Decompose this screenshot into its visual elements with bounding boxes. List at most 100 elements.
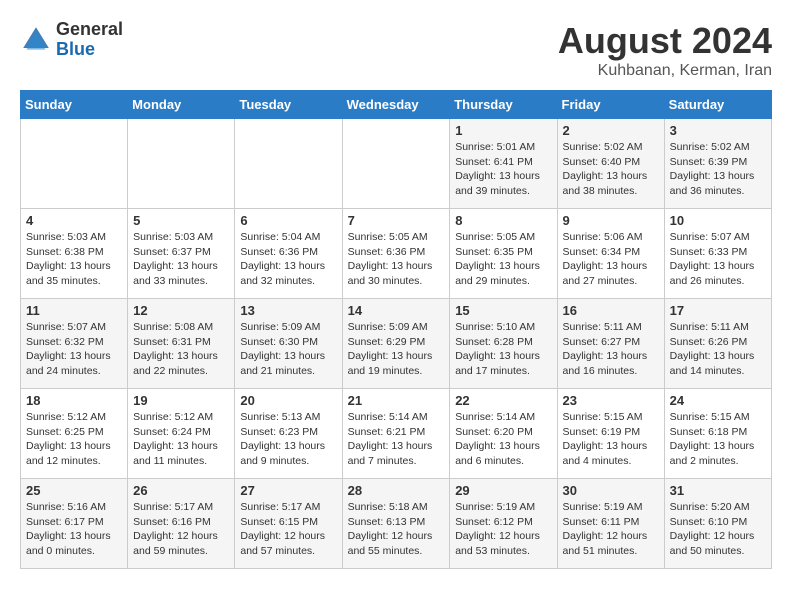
- page-header: General Blue August 2024 Kuhbanan, Kerma…: [20, 20, 772, 80]
- weekday-header: Thursday: [450, 91, 557, 119]
- calendar-cell: [235, 119, 342, 209]
- day-number: 25: [26, 483, 122, 498]
- day-info: Sunrise: 5:13 AM Sunset: 6:23 PM Dayligh…: [240, 410, 336, 469]
- calendar-cell: [21, 119, 128, 209]
- day-number: 28: [348, 483, 445, 498]
- day-number: 8: [455, 213, 551, 228]
- day-number: 7: [348, 213, 445, 228]
- calendar-week-row: 25 Sunrise: 5:16 AM Sunset: 6:17 PM Dayli…: [21, 479, 772, 569]
- day-info: Sunrise: 5:20 AM Sunset: 6:10 PM Dayligh…: [670, 500, 766, 559]
- day-info: Sunrise: 5:19 AM Sunset: 6:12 PM Dayligh…: [455, 500, 551, 559]
- calendar-cell: 27Sunrise: 5:17 AM Sunset: 6:15 PM Dayli…: [235, 479, 342, 569]
- calendar-cell: 14Sunrise: 5:09 AM Sunset: 6:29 PM Dayli…: [342, 299, 450, 389]
- day-number: 6: [240, 213, 336, 228]
- day-info: Sunrise: 5:11 AM Sunset: 6:27 PM Dayligh…: [563, 320, 659, 379]
- day-number: 1: [455, 123, 551, 138]
- day-info: Sunrise: 5:02 AM Sunset: 6:40 PM Dayligh…: [563, 140, 659, 199]
- day-number: 22: [455, 393, 551, 408]
- calendar-table: SundayMondayTuesdayWednesdayThursdayFrid…: [20, 90, 772, 569]
- day-info: Sunrise: 5:16 AM Sunset: 6:17 PM Dayligh…: [26, 500, 122, 559]
- calendar-cell: 1 Sunrise: 5:01 AM Sunset: 6:41 PM Daylig…: [450, 119, 557, 209]
- title-block: August 2024 Kuhbanan, Kerman, Iran: [558, 20, 772, 80]
- calendar-cell: 30 Sunrise: 5:19 AM Sunset: 6:11 PM Dayli…: [557, 479, 664, 569]
- calendar-cell: 12Sunrise: 5:08 AM Sunset: 6:31 PM Dayli…: [128, 299, 235, 389]
- day-number: 29: [455, 483, 551, 498]
- calendar-cell: 5Sunrise: 5:03 AM Sunset: 6:37 PM Daylig…: [128, 209, 235, 299]
- weekday-header: Friday: [557, 91, 664, 119]
- calendar-cell: 13 Sunrise: 5:09 AM Sunset: 6:30 PM Dayli…: [235, 299, 342, 389]
- calendar-cell: 28Sunrise: 5:18 AM Sunset: 6:13 PM Dayli…: [342, 479, 450, 569]
- day-number: 2: [563, 123, 659, 138]
- day-number: 9: [563, 213, 659, 228]
- weekday-header-row: SundayMondayTuesdayWednesdayThursdayFrid…: [21, 91, 772, 119]
- calendar-cell: 3 Sunrise: 5:02 AM Sunset: 6:39 PM Daylig…: [664, 119, 771, 209]
- day-info: Sunrise: 5:12 AM Sunset: 6:25 PM Dayligh…: [26, 410, 122, 469]
- calendar-cell: 16 Sunrise: 5:11 AM Sunset: 6:27 PM Dayli…: [557, 299, 664, 389]
- calendar-cell: 15 Sunrise: 5:10 AM Sunset: 6:28 PM Dayli…: [450, 299, 557, 389]
- calendar-cell: 26 Sunrise: 5:17 AM Sunset: 6:16 PM Dayli…: [128, 479, 235, 569]
- day-number: 18: [26, 393, 122, 408]
- calendar-cell: 24 Sunrise: 5:15 AM Sunset: 6:18 PM Dayli…: [664, 389, 771, 479]
- day-info: Sunrise: 5:05 AM Sunset: 6:36 PM Dayligh…: [348, 230, 445, 289]
- calendar-cell: 22Sunrise: 5:14 AM Sunset: 6:20 PM Dayli…: [450, 389, 557, 479]
- day-number: 24: [670, 393, 766, 408]
- day-number: 16: [563, 303, 659, 318]
- day-number: 15: [455, 303, 551, 318]
- logo-general-text: General: [56, 20, 123, 40]
- day-number: 31: [670, 483, 766, 498]
- calendar-cell: 10 Sunrise: 5:07 AM Sunset: 6:33 PM Dayli…: [664, 209, 771, 299]
- logo-icon: [20, 24, 52, 56]
- day-info: Sunrise: 5:11 AM Sunset: 6:26 PM Dayligh…: [670, 320, 766, 379]
- logo-blue-text: Blue: [56, 40, 123, 60]
- day-number: 26: [133, 483, 229, 498]
- day-info: Sunrise: 5:10 AM Sunset: 6:28 PM Dayligh…: [455, 320, 551, 379]
- calendar-cell: 21Sunrise: 5:14 AM Sunset: 6:21 PM Dayli…: [342, 389, 450, 479]
- calendar-cell: [128, 119, 235, 209]
- day-number: 11: [26, 303, 122, 318]
- day-number: 20: [240, 393, 336, 408]
- day-info: Sunrise: 5:08 AM Sunset: 6:31 PM Dayligh…: [133, 320, 229, 379]
- calendar-cell: [342, 119, 450, 209]
- day-info: Sunrise: 5:09 AM Sunset: 6:30 PM Dayligh…: [240, 320, 336, 379]
- calendar-cell: 20 Sunrise: 5:13 AM Sunset: 6:23 PM Dayli…: [235, 389, 342, 479]
- day-info: Sunrise: 5:07 AM Sunset: 6:33 PM Dayligh…: [670, 230, 766, 289]
- calendar-week-row: 18 Sunrise: 5:12 AM Sunset: 6:25 PM Dayli…: [21, 389, 772, 479]
- calendar-week-row: 4Sunrise: 5:03 AM Sunset: 6:38 PM Daylig…: [21, 209, 772, 299]
- logo-text: General Blue: [56, 20, 123, 60]
- location-subtitle: Kuhbanan, Kerman, Iran: [558, 62, 772, 80]
- day-number: 30: [563, 483, 659, 498]
- day-info: Sunrise: 5:19 AM Sunset: 6:11 PM Dayligh…: [563, 500, 659, 559]
- calendar-cell: 4Sunrise: 5:03 AM Sunset: 6:38 PM Daylig…: [21, 209, 128, 299]
- day-number: 3: [670, 123, 766, 138]
- day-info: Sunrise: 5:15 AM Sunset: 6:19 PM Dayligh…: [563, 410, 659, 469]
- calendar-week-row: 1 Sunrise: 5:01 AM Sunset: 6:41 PM Daylig…: [21, 119, 772, 209]
- calendar-cell: 18 Sunrise: 5:12 AM Sunset: 6:25 PM Dayli…: [21, 389, 128, 479]
- day-info: Sunrise: 5:07 AM Sunset: 6:32 PM Dayligh…: [26, 320, 122, 379]
- calendar-cell: 6Sunrise: 5:04 AM Sunset: 6:36 PM Daylig…: [235, 209, 342, 299]
- weekday-header: Monday: [128, 91, 235, 119]
- month-year-title: August 2024: [558, 20, 772, 62]
- day-info: Sunrise: 5:03 AM Sunset: 6:37 PM Dayligh…: [133, 230, 229, 289]
- calendar-cell: 29 Sunrise: 5:19 AM Sunset: 6:12 PM Dayli…: [450, 479, 557, 569]
- logo: General Blue: [20, 20, 123, 60]
- day-info: Sunrise: 5:15 AM Sunset: 6:18 PM Dayligh…: [670, 410, 766, 469]
- day-info: Sunrise: 5:09 AM Sunset: 6:29 PM Dayligh…: [348, 320, 445, 379]
- calendar-cell: 11 Sunrise: 5:07 AM Sunset: 6:32 PM Dayli…: [21, 299, 128, 389]
- day-number: 10: [670, 213, 766, 228]
- day-info: Sunrise: 5:14 AM Sunset: 6:21 PM Dayligh…: [348, 410, 445, 469]
- calendar-cell: 2 Sunrise: 5:02 AM Sunset: 6:40 PM Daylig…: [557, 119, 664, 209]
- calendar-cell: 9 Sunrise: 5:06 AM Sunset: 6:34 PM Daylig…: [557, 209, 664, 299]
- weekday-header: Wednesday: [342, 91, 450, 119]
- day-number: 13: [240, 303, 336, 318]
- calendar-cell: 19Sunrise: 5:12 AM Sunset: 6:24 PM Dayli…: [128, 389, 235, 479]
- weekday-header: Tuesday: [235, 91, 342, 119]
- day-info: Sunrise: 5:05 AM Sunset: 6:35 PM Dayligh…: [455, 230, 551, 289]
- day-info: Sunrise: 5:06 AM Sunset: 6:34 PM Dayligh…: [563, 230, 659, 289]
- day-info: Sunrise: 5:17 AM Sunset: 6:16 PM Dayligh…: [133, 500, 229, 559]
- calendar-cell: 23Sunrise: 5:15 AM Sunset: 6:19 PM Dayli…: [557, 389, 664, 479]
- calendar-cell: 31 Sunrise: 5:20 AM Sunset: 6:10 PM Dayli…: [664, 479, 771, 569]
- day-number: 17: [670, 303, 766, 318]
- day-info: Sunrise: 5:01 AM Sunset: 6:41 PM Dayligh…: [455, 140, 551, 199]
- weekday-header: Saturday: [664, 91, 771, 119]
- day-info: Sunrise: 5:02 AM Sunset: 6:39 PM Dayligh…: [670, 140, 766, 199]
